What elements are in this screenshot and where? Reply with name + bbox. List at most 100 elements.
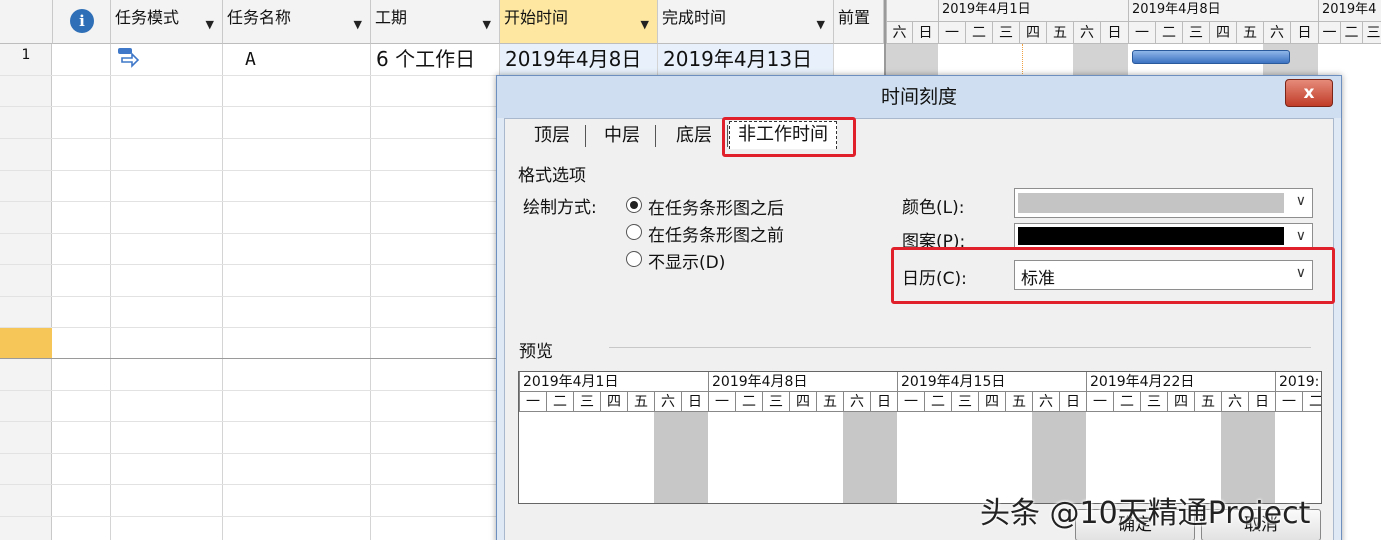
header-predecessors-label: 前置: [838, 8, 871, 27]
gantt-day: 日: [1290, 22, 1318, 44]
preview-day: 二: [1302, 392, 1321, 412]
preview-label: 预览: [519, 342, 553, 362]
chevron-down-icon[interactable]: ▼: [483, 18, 491, 31]
duration-cell[interactable]: 6 个工作日: [371, 44, 499, 75]
finish-cell[interactable]: 2019年4月13日: [658, 44, 833, 75]
gantt-day: 二: [1155, 22, 1182, 44]
dialog-title[interactable]: 时间刻度: [497, 76, 1341, 118]
tab-middle-tier[interactable]: 中层: [591, 123, 653, 149]
preview-day: 四: [600, 392, 627, 412]
preview-day: 五: [816, 392, 843, 412]
preview-day: 六: [1032, 392, 1059, 412]
draw-label: 绘制方式:: [523, 198, 597, 218]
header-task-mode[interactable]: 任务模式 ▼: [111, 0, 223, 44]
option-behind-bars-label: 在任务条形图之后: [648, 199, 784, 219]
gantt-day: 六: [1263, 22, 1290, 44]
close-button[interactable]: x: [1285, 79, 1333, 107]
header-task-name-label: 任务名称: [227, 8, 292, 27]
selected-row-marker[interactable]: [0, 327, 52, 359]
header-indicators[interactable]: i: [53, 0, 111, 44]
gantt-day: 六: [886, 22, 912, 44]
radio-in-front-of-bars[interactable]: [626, 224, 642, 240]
row-number-column: [0, 44, 52, 540]
preview-day: 日: [1248, 392, 1275, 412]
header-start-label: 开始时间: [504, 8, 569, 27]
preview-week: 2019年4月8日: [708, 372, 897, 392]
task-name-cell[interactable]: A: [240, 44, 360, 75]
preview-nonworking-shading: [843, 412, 897, 503]
header-task-mode-label: 任务模式: [115, 8, 180, 27]
dialog-body: 顶层 中层 底层 非工作时间 格式选项 绘制方式: 在任务条形图之后 在任务条形…: [504, 117, 1335, 540]
preview-divider: [609, 347, 1311, 348]
gantt-day: 五: [1236, 22, 1263, 44]
gantt-day: 一: [938, 22, 965, 44]
info-icon: i: [70, 9, 94, 33]
preview-day: 一: [1086, 392, 1113, 412]
color-label: 颜色(L):: [902, 198, 965, 218]
option-in-front-label: 在任务条形图之前: [648, 226, 784, 246]
chevron-down-icon[interactable]: ▼: [817, 18, 825, 31]
preview-day: 二: [1113, 392, 1140, 412]
chevron-down-icon[interactable]: ▼: [354, 18, 362, 31]
grid-line: [222, 44, 223, 540]
gantt-day: 三: [1362, 22, 1381, 44]
tab-bottom-tier[interactable]: 底层: [663, 123, 725, 149]
header-start[interactable]: 开始时间 ▼: [500, 0, 658, 44]
radio-do-not-display[interactable]: [626, 251, 642, 267]
preview-day: 日: [681, 392, 708, 412]
format-options-label: 格式选项: [518, 166, 586, 186]
preview-day: 五: [1005, 392, 1032, 412]
highlight-box-tab: [722, 117, 856, 157]
preview-day: 一: [1275, 392, 1302, 412]
auto-schedule-icon: [118, 48, 140, 68]
preview-day: 日: [870, 392, 897, 412]
header-duration[interactable]: 工期 ▼: [371, 0, 500, 44]
preview-week: 2019年4月15日: [897, 372, 1086, 392]
header-finish-label: 完成时间: [662, 8, 727, 27]
preview-day: 六: [1221, 392, 1248, 412]
header-select-all[interactable]: [0, 0, 53, 44]
tab-top-tier[interactable]: 顶层: [521, 123, 583, 149]
gantt-week: [886, 0, 938, 22]
preview-day: 三: [573, 392, 600, 412]
header-predecessors[interactable]: 前置: [834, 0, 884, 44]
tab-separator: [655, 125, 656, 147]
preview-day: 三: [762, 392, 789, 412]
preview-day: 四: [789, 392, 816, 412]
preview-day: 一: [708, 392, 735, 412]
color-swatch: [1018, 193, 1284, 213]
pattern-select[interactable]: ∨: [1014, 223, 1313, 249]
preview-day: 一: [897, 392, 924, 412]
gantt-day: 三: [992, 22, 1019, 44]
gantt-week: 2019年4月1日: [938, 0, 1128, 22]
header-task-name[interactable]: 任务名称 ▼: [223, 0, 371, 44]
gantt-day: 二: [965, 22, 992, 44]
header-finish[interactable]: 完成时间 ▼: [658, 0, 834, 44]
close-icon: x: [1303, 83, 1315, 103]
timescale-dialog: 时间刻度 x 顶层 中层 底层 非工作时间 格式选项 绘制方式: 在任务条形图之…: [496, 75, 1342, 540]
preview-day: 一: [519, 392, 546, 412]
header-duration-label: 工期: [375, 8, 408, 27]
chevron-down-icon[interactable]: ▼: [641, 18, 649, 31]
preview-day: 二: [735, 392, 762, 412]
gantt-day: 日: [912, 22, 938, 44]
chevron-down-icon[interactable]: ▼: [206, 18, 214, 31]
gantt-day: 四: [1209, 22, 1236, 44]
preview-day: 五: [1194, 392, 1221, 412]
gantt-day: 一: [1128, 22, 1155, 44]
radio-behind-bars[interactable]: [626, 197, 642, 213]
gantt-day: 二: [1340, 22, 1362, 44]
gantt-week: 2019年4月8日: [1128, 0, 1318, 22]
chevron-down-icon[interactable]: ∨: [1296, 228, 1306, 244]
pattern-swatch: [1018, 227, 1284, 245]
preview-day: 三: [951, 392, 978, 412]
task-bar[interactable]: [1132, 50, 1290, 64]
preview-day: 四: [1167, 392, 1194, 412]
chevron-down-icon[interactable]: ∨: [1296, 193, 1306, 209]
start-cell[interactable]: 2019年4月8日: [500, 44, 657, 75]
row-number: 1: [21, 47, 31, 63]
gantt-day: 日: [1100, 22, 1128, 44]
tab-separator: [585, 125, 586, 147]
color-select[interactable]: ∨: [1014, 188, 1313, 218]
preview-week: 2019:: [1275, 372, 1321, 392]
